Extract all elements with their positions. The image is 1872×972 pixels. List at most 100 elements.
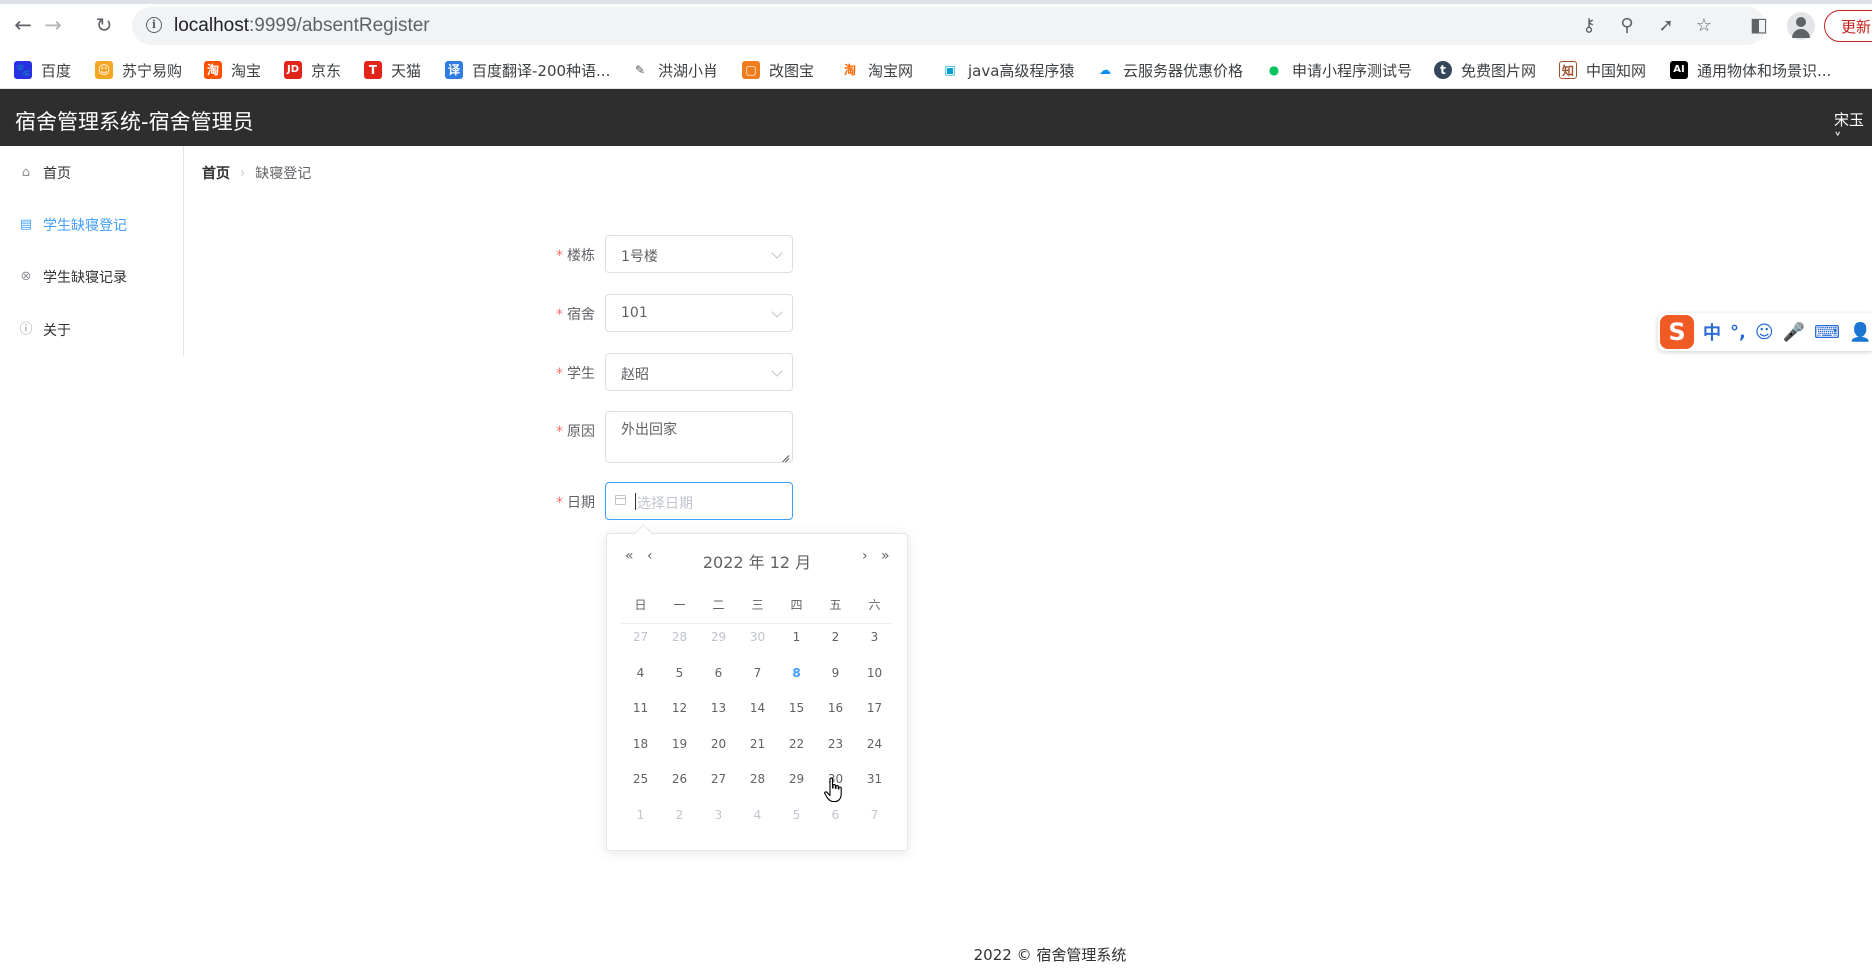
dorm-select[interactable]: 101 [605, 294, 793, 332]
date-cell-other-month[interactable]: 3 [699, 800, 738, 830]
side-panel-icon[interactable]: ◧ [1748, 13, 1770, 37]
next-year-icon[interactable]: » [881, 548, 890, 564]
bookmark-item[interactable]: ● 申请小程序测试号 [1265, 58, 1412, 82]
bookmark-item[interactable]: JD 京东 [284, 58, 341, 82]
date-cell[interactable]: 4 [621, 658, 660, 688]
date-cell-other-month[interactable]: 1 [621, 800, 660, 830]
reason-textarea[interactable]: 外出回家 [605, 411, 793, 463]
date-cell-other-month[interactable]: 30 [738, 622, 777, 652]
bookmark-item[interactable]: 🐾 百度 [14, 58, 71, 82]
url-text[interactable]: localhost:9999/absentRegister [174, 15, 430, 37]
date-cell[interactable]: 25 [621, 764, 660, 794]
ime-user-icon[interactable]: 👤 [1849, 322, 1871, 343]
ime-keyboard-icon[interactable]: ⌨ [1814, 322, 1840, 343]
weekday-header: 日 一 二 三 四 五 六 [621, 596, 893, 624]
bookmark-item[interactable]: T 天猫 [364, 58, 421, 82]
resize-handle-icon[interactable] [780, 450, 790, 460]
user-menu[interactable]: 宋玉 ˅ [1834, 109, 1872, 148]
date-cell[interactable]: 31 [855, 764, 894, 794]
address-bar[interactable]: i localhost:9999/absentRegister ⚷ ⚲ ➚ ☆ [132, 7, 1766, 45]
date-cell[interactable]: 23 [816, 729, 855, 759]
date-cell[interactable]: 2 [816, 622, 855, 652]
update-button[interactable]: 更新 [1824, 10, 1872, 42]
date-cell[interactable]: 13 [699, 693, 738, 723]
date-cell[interactable]: 26 [660, 764, 699, 794]
bookmark-item[interactable]: AI 通用物体和场景识... [1670, 58, 1831, 82]
building-select[interactable]: 1号楼 [605, 235, 793, 273]
bookmark-item[interactable]: 淘淘宝网 [841, 58, 913, 82]
date-cell[interactable]: 16 [816, 693, 855, 723]
bookmark-item[interactable]: ✎ 洪湖小肖 [631, 58, 718, 82]
date-cell[interactable]: 20 [699, 729, 738, 759]
bookmark-item[interactable]: ☁ 云服务器优惠价格 [1096, 58, 1243, 82]
date-cell[interactable]: 6 [699, 658, 738, 688]
bookmark-item[interactable]: ▣ java高级程序猿 [941, 58, 1074, 82]
date-cell-other-month[interactable]: 28 [660, 622, 699, 652]
sidebar-item-absent-records[interactable]: ⊗ 学生缺寝记录 [0, 250, 183, 303]
ime-chinese-mode[interactable]: 中 [1703, 319, 1721, 345]
breadcrumb-current: 缺寝登记 [255, 166, 312, 182]
reason-label: * 原因 [556, 424, 595, 440]
date-cell[interactable]: 7 [738, 658, 777, 688]
breadcrumb-home-link[interactable]: 首页 [202, 163, 230, 183]
ime-voice-icon[interactable]: 🎤 [1783, 322, 1805, 343]
date-input[interactable]: 选择日期 [605, 482, 793, 520]
student-select[interactable]: 赵昭 [605, 353, 793, 391]
bookmark-favicon-icon: ● [1265, 61, 1283, 79]
bookmark-item[interactable]: 译百度翻译-200种语... [445, 58, 610, 82]
date-cell[interactable]: 28 [738, 764, 777, 794]
date-cell-other-month[interactable]: 27 [621, 622, 660, 652]
date-cell-today[interactable]: 8 [777, 658, 816, 688]
date-cell[interactable]: 29 [777, 764, 816, 794]
date-cell-other-month[interactable]: 29 [699, 622, 738, 652]
date-cell-other-month[interactable]: 7 [855, 800, 894, 830]
date-cell[interactable]: 15 [777, 693, 816, 723]
date-cell[interactable]: 10 [855, 658, 894, 688]
next-month-icon[interactable]: › [862, 548, 868, 564]
date-cell[interactable]: 17 [855, 693, 894, 723]
date-cell[interactable]: 3 [855, 622, 894, 652]
bookmark-item[interactable]: 知中国知网 [1559, 58, 1646, 82]
ime-emoji-icon[interactable]: ☺ [1755, 322, 1774, 343]
bookmark-item[interactable]: ☺ 苏宁易购 [95, 58, 182, 82]
share-icon[interactable]: ➚ [1656, 16, 1676, 36]
date-cell[interactable]: 18 [621, 729, 660, 759]
date-cell[interactable]: 21 [738, 729, 777, 759]
bookmark-item[interactable]: 淘淘宝 [204, 58, 261, 82]
bookmark-star-icon[interactable]: ☆ [1694, 16, 1714, 36]
site-info-icon[interactable]: i [146, 17, 162, 33]
date-cell[interactable]: 27 [699, 764, 738, 794]
weekday-label: 五 [829, 598, 842, 612]
date-cell[interactable]: 1 [777, 622, 816, 652]
sogou-logo-icon[interactable]: S [1660, 315, 1694, 349]
date-cell[interactable]: 5 [660, 658, 699, 688]
profile-avatar-icon[interactable] [1787, 12, 1815, 40]
reload-icon[interactable]: ↻ [93, 14, 115, 36]
form-item-building: * 楼栋 1号楼 [540, 235, 793, 273]
sidebar-item-home[interactable]: ⌂ 首页 [0, 146, 183, 199]
date-cell[interactable]: 9 [816, 658, 855, 688]
date-cell-other-month[interactable]: 6 [816, 800, 855, 830]
date-cell-other-month[interactable]: 2 [660, 800, 699, 830]
sidebar-item-about[interactable]: ⓘ 关于 [0, 303, 183, 356]
date-cell[interactable]: 24 [855, 729, 894, 759]
bookmark-favicon-icon: JD [284, 61, 302, 79]
ime-toolbar[interactable]: S 中 °, ☺ 🎤 ⌨ 👤 [1658, 313, 1872, 351]
zoom-icon[interactable]: ⚲ [1617, 16, 1637, 36]
date-cell-other-month[interactable]: 4 [738, 800, 777, 830]
date-cell[interactable]: 12 [660, 693, 699, 723]
forward-arrow-icon[interactable]: → [42, 14, 64, 36]
back-arrow-icon[interactable]: ← [12, 14, 34, 36]
sidebar-item-absent-register[interactable]: ▤ 学生缺寝登记 [0, 198, 183, 251]
date-cell[interactable]: 11 [621, 693, 660, 723]
date-cell[interactable]: 19 [660, 729, 699, 759]
date-cell-other-month[interactable]: 5 [777, 800, 816, 830]
date-cell[interactable]: 22 [777, 729, 816, 759]
chevron-down-icon [771, 365, 783, 377]
bookmark-favicon-icon: AI [1670, 61, 1688, 79]
key-icon[interactable]: ⚷ [1579, 16, 1599, 36]
bookmark-item[interactable]: ▢ 改图宝 [742, 58, 814, 82]
date-cell[interactable]: 14 [738, 693, 777, 723]
bookmark-item[interactable]: t 免费图片网 [1434, 58, 1536, 82]
ime-punctuation-icon[interactable]: °, [1730, 322, 1746, 343]
